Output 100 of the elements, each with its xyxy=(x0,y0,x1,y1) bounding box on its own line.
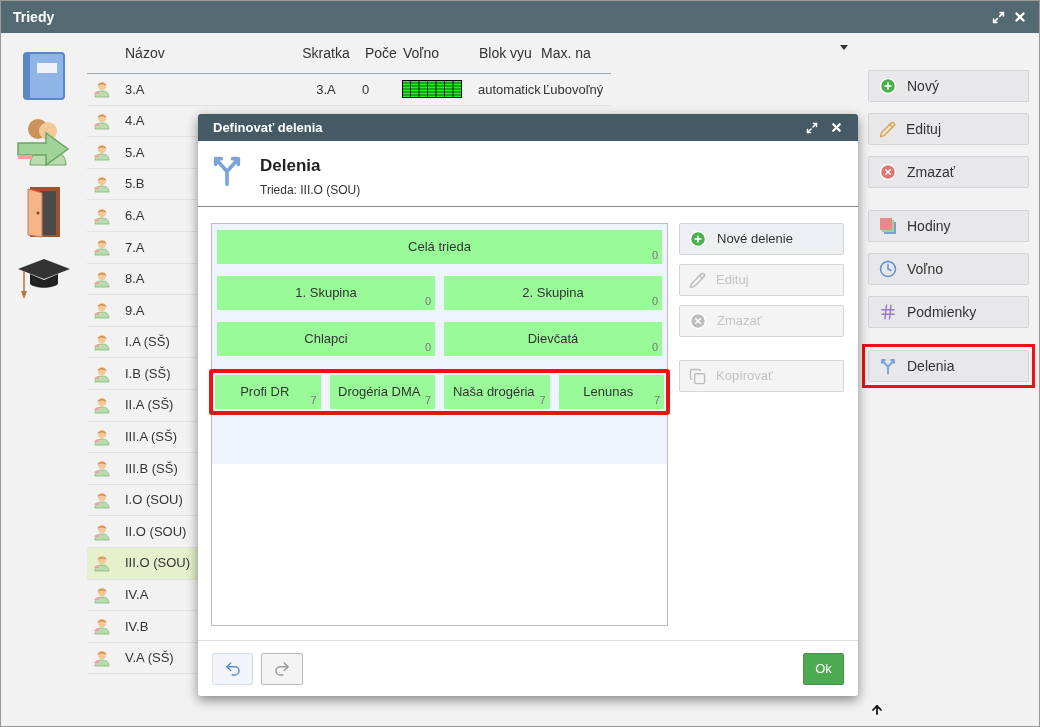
table-cell-text: 0 xyxy=(361,80,371,99)
person-icon xyxy=(94,175,110,194)
dialog-subtitle: Trieda: III.O (SOU) xyxy=(260,181,361,199)
table-cell-text: III.O (SOU) xyxy=(125,554,190,573)
table-cell-text: II.O (SOU) xyxy=(125,522,187,541)
side-button[interactable]: Edituj xyxy=(868,113,1029,145)
group-tile[interactable]: Dievčatá 0 xyxy=(444,322,662,356)
group-tile[interactable]: 2. Skupina 0 xyxy=(444,276,662,310)
person-icon xyxy=(94,111,110,130)
window-title: Triedy xyxy=(13,7,56,27)
table-cell-text: III.A (SŠ) xyxy=(125,428,177,447)
person-icon xyxy=(94,491,110,509)
group-count: 0 xyxy=(651,247,658,263)
maximize-icon[interactable] xyxy=(806,121,818,134)
person-icon xyxy=(94,80,110,99)
availability-grid xyxy=(402,80,462,99)
add-icon xyxy=(879,77,897,95)
group-tile[interactable]: 1. Skupina 0 xyxy=(217,276,435,310)
delete-icon xyxy=(879,163,897,181)
table-cell-text: 8.A xyxy=(125,270,145,289)
group-count: 0 xyxy=(651,339,658,355)
pencil-icon xyxy=(879,120,896,138)
group-count: 0 xyxy=(424,293,431,309)
column-header[interactable]: Názov xyxy=(87,43,291,64)
table-cell-text: III.B (SŠ) xyxy=(125,459,178,478)
group-name: Drogéria DMA xyxy=(338,383,422,402)
table-cell-text: 7.A xyxy=(125,238,145,257)
group-name: Chlapci xyxy=(304,330,348,349)
column-header[interactable]: Blok vyu xyxy=(465,43,541,64)
split-arrow-icon xyxy=(879,357,897,375)
group-name: Naša drogéria xyxy=(452,383,536,402)
table-cell-text: 9.A xyxy=(125,301,145,320)
table-cell-text: II.A (SŠ) xyxy=(125,396,174,415)
column-header[interactable]: Voľno xyxy=(399,43,465,64)
person-icon xyxy=(94,206,110,225)
person-icon xyxy=(94,459,110,478)
column-header[interactable]: Max. na xyxy=(541,43,611,64)
group-count: 7 xyxy=(310,392,317,408)
add-icon xyxy=(689,230,707,248)
person-icon xyxy=(94,238,110,257)
side-button[interactable]: Voľno xyxy=(868,253,1029,285)
table-cell-text: 3.A xyxy=(125,80,145,99)
dialog-heading: Delenia xyxy=(260,155,322,177)
table-cell-text: V.A (SŠ) xyxy=(125,649,174,668)
group-name: Profi DR xyxy=(240,383,291,402)
group-name: Dievčatá xyxy=(527,330,579,349)
undo-icon xyxy=(223,659,242,678)
person-icon xyxy=(94,585,110,604)
table-cell-text: I.B (SŠ) xyxy=(125,364,171,383)
table-cell-text: 4.A xyxy=(125,112,145,131)
table-cell-text: IV.B xyxy=(125,617,149,636)
table-cell-text: 5.A xyxy=(125,143,145,162)
side-button[interactable]: Podmienky xyxy=(868,296,1029,328)
side-button[interactable]: Hodiny xyxy=(868,210,1029,242)
group-count: 7 xyxy=(653,392,660,408)
redo-icon xyxy=(273,659,291,678)
person-icon xyxy=(94,649,110,667)
table-cell-text: 5.B xyxy=(125,175,145,194)
person-icon xyxy=(94,333,110,352)
person-icon xyxy=(94,364,110,383)
table-cell-text: Ľubovoľný xyxy=(543,80,605,99)
person-icon xyxy=(94,522,110,541)
group-name: 2. Skupina xyxy=(522,284,584,303)
group-tile[interactable]: Profi DR 7 xyxy=(215,375,321,409)
group-tile[interactable]: Naša drogéria 7 xyxy=(444,375,550,409)
group-tile[interactable]: Lenunas 7 xyxy=(558,375,664,409)
table-row[interactable]: 3.A 3.A 0 automatick Ľubovoľný xyxy=(87,74,611,106)
group-count: 0 xyxy=(651,293,658,309)
side-button[interactable]: Nový xyxy=(868,70,1029,102)
close-icon[interactable] xyxy=(1013,10,1027,24)
group-tile[interactable]: Chlapci 0 xyxy=(217,322,435,356)
table-cell-text: I.A (SŠ) xyxy=(125,333,170,352)
person-icon xyxy=(94,427,110,446)
hash-icon xyxy=(879,303,897,321)
maximize-icon[interactable] xyxy=(992,10,1005,24)
column-header[interactable]: Skratka xyxy=(291,43,361,64)
side-button[interactable]: Zmazať xyxy=(868,156,1029,188)
copy-icon xyxy=(689,367,706,385)
group-name: Lenunas xyxy=(583,383,635,402)
clock-icon xyxy=(879,260,897,278)
group-count: 7 xyxy=(539,392,546,408)
table-cell-text: I.O (SOU) xyxy=(125,491,183,510)
dropdown-caret-icon[interactable] xyxy=(840,45,848,50)
close-icon[interactable] xyxy=(830,121,843,134)
group-tile[interactable]: Celá trieda 0 xyxy=(217,230,662,264)
group-name: Celá trieda xyxy=(408,238,471,257)
column-header[interactable]: Poče xyxy=(361,43,399,64)
group-count: 7 xyxy=(424,392,431,408)
table-cell-text: automatick xyxy=(477,80,542,99)
group-name: 1. Skupina xyxy=(295,284,357,303)
group-tile[interactable]: Drogéria DMA 7 xyxy=(329,375,435,409)
person-icon xyxy=(94,617,110,636)
action-button[interactable]: Nové delenie xyxy=(679,223,844,255)
person-icon xyxy=(94,143,110,162)
pencil-icon xyxy=(689,271,706,289)
notebook-icon[interactable] xyxy=(22,51,66,101)
person-icon xyxy=(94,396,110,415)
person-icon xyxy=(94,301,110,320)
side-button[interactable]: Delenia xyxy=(868,350,1029,382)
dialog-title: Definovať delenia xyxy=(213,118,324,137)
